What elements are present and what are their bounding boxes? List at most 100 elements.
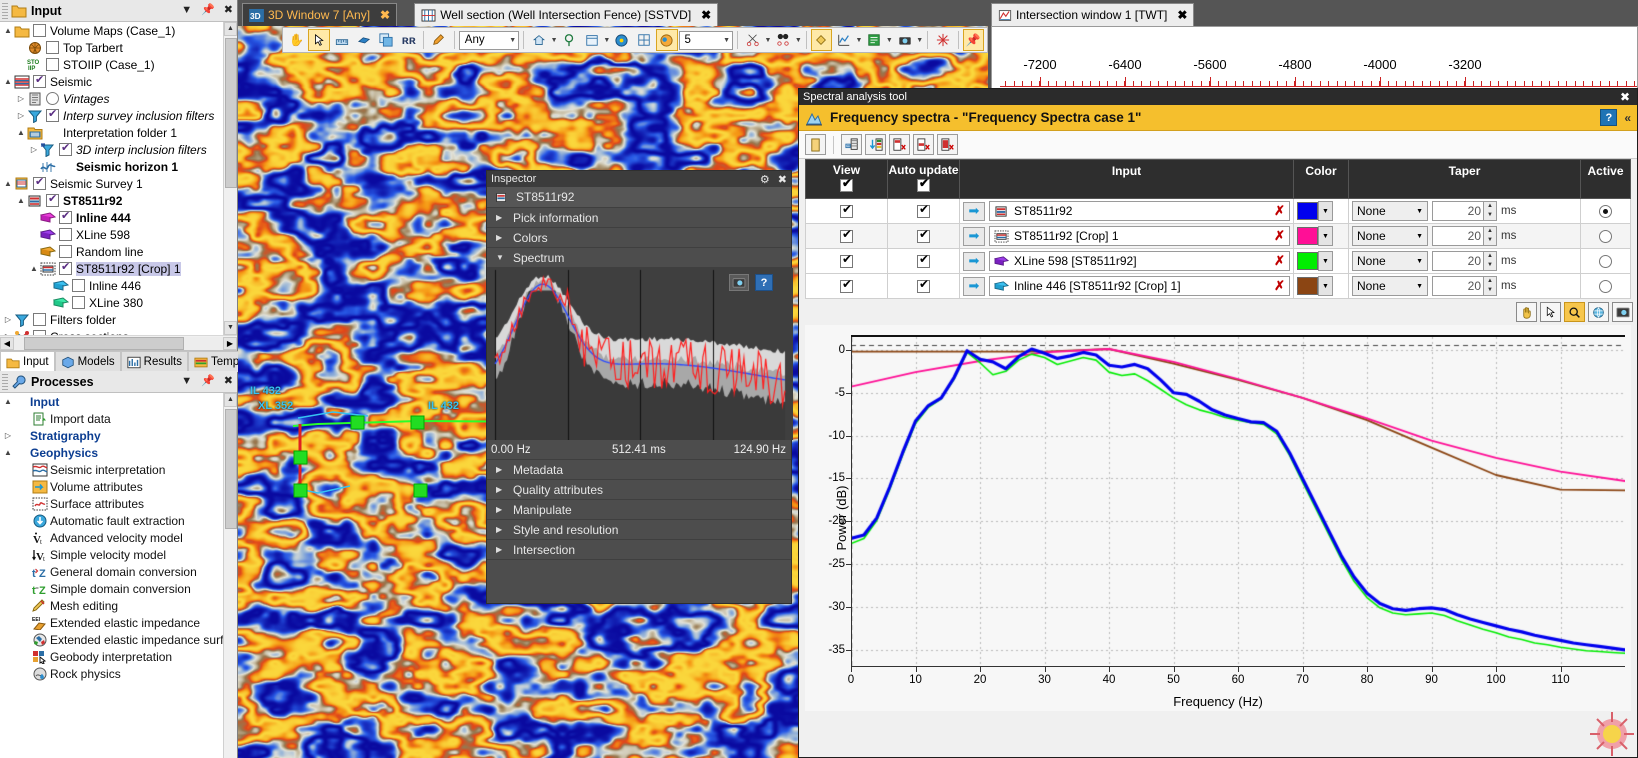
- hscroll-thumb[interactable]: [24, 336, 184, 350]
- cell-active[interactable]: [1580, 198, 1631, 224]
- taper-select[interactable]: None ▼: [1352, 251, 1428, 271]
- tree-checkbox[interactable]: [33, 330, 46, 335]
- input-tree-hscroll[interactable]: ◀ ▶: [0, 335, 237, 350]
- taper-stepper[interactable]: ▲ ▼: [1484, 276, 1497, 296]
- home-view-icon[interactable]: [528, 29, 549, 51]
- chevron-down-icon[interactable]: ▼: [1318, 276, 1333, 296]
- chevron-down-icon[interactable]: ▼: [1416, 233, 1423, 240]
- table-row[interactable]: ➡ST8511r92 [Crop] 1✗▼None▼20▲▼ms: [805, 223, 1631, 249]
- active-radio[interactable]: [1599, 204, 1612, 218]
- box-view-icon[interactable]: [581, 29, 602, 51]
- drag-grip[interactable]: [2, 2, 8, 19]
- process-item-geophysics[interactable]: ▲ Geophysics: [0, 444, 237, 461]
- processes-tree[interactable]: ▲ ▲ Input Import data ▷ Stratigraphy ▲ Geophys…: [0, 393, 237, 758]
- close-icon[interactable]: ✖: [1617, 90, 1633, 104]
- tree-checkbox[interactable]: [46, 107, 59, 122]
- chart-plot-area[interactable]: 0 -5 -10 -15 -20 -25 -30 -35 0 10 20 30 40 50 60 70 80 90…: [828, 335, 1625, 686]
- auto-update-header-checkbox[interactable]: [917, 176, 930, 192]
- chevron-down-icon[interactable]: ▼: [916, 37, 923, 44]
- input-field[interactable]: ST8511r92 ✗: [989, 201, 1290, 221]
- color-swatch[interactable]: [1297, 202, 1318, 220]
- delete-input-icon[interactable]: ✗: [1274, 203, 1285, 219]
- process-item-extended-elastic-impedance-surface[interactable]: Extended elastic impedance surface: [0, 631, 237, 648]
- pan-hand-icon[interactable]: [1516, 302, 1537, 322]
- tree-item-filters-folder[interactable]: ▷ Filters folder: [0, 311, 237, 328]
- taper-select[interactable]: None ▼: [1352, 276, 1428, 296]
- taper-stepper[interactable]: ▲ ▼: [1484, 226, 1497, 246]
- intersection-window-body[interactable]: -7200 -6400 -5600 -4800 -4000 -3200: [991, 26, 1638, 90]
- stepper-down-icon[interactable]: ▼: [1484, 211, 1496, 220]
- scissors-a-icon[interactable]: [742, 29, 763, 51]
- color-swatch[interactable]: [1297, 227, 1318, 245]
- delete-input-icon[interactable]: ✗: [1274, 278, 1285, 294]
- process-item-seismic-interpretation[interactable]: Seismic interpretation: [0, 461, 237, 478]
- chevron-down-icon[interactable]: ▼: [795, 37, 802, 44]
- gear-icon[interactable]: ⚙: [760, 173, 770, 186]
- view-checkbox[interactable]: [840, 252, 853, 268]
- taper-length-input[interactable]: 20: [1432, 276, 1484, 296]
- auto-update-checkbox[interactable]: [917, 277, 930, 293]
- input-tree-scrollbar[interactable]: ▲ ▼: [223, 22, 237, 335]
- stepper-down-icon[interactable]: ▼: [1484, 261, 1496, 270]
- dock-tab-input[interactable]: Input: [0, 351, 55, 372]
- help-icon[interactable]: ?: [755, 274, 773, 291]
- color-swatch[interactable]: [1297, 277, 1318, 295]
- tree-item-seismic-survey-1[interactable]: ▲ Seismic Survey 1: [0, 175, 237, 192]
- properties-icon[interactable]: [805, 134, 826, 155]
- hscroll-left-arrow[interactable]: ◀: [0, 336, 14, 350]
- table-row[interactable]: ➡ST8511r92✗▼None▼20▲▼ms: [805, 198, 1631, 224]
- cell-auto-update[interactable]: [887, 223, 960, 249]
- cell-view[interactable]: [805, 198, 888, 224]
- cell-taper[interactable]: None ▼ 20 ▲ ▼ ms: [1348, 273, 1581, 299]
- chevron-down-icon[interactable]: ▼: [856, 37, 863, 44]
- tree-checkbox[interactable]: [72, 279, 85, 292]
- cell-active[interactable]: [1580, 223, 1631, 249]
- cell-auto-update[interactable]: [887, 273, 960, 299]
- add-row-icon[interactable]: [841, 134, 862, 155]
- tree-item-interp-survey-inclusion-filters[interactable]: ▷ Interp survey inclusion filters: [0, 107, 237, 124]
- clear-icon[interactable]: [937, 134, 958, 155]
- pin-icon[interactable]: 📌: [201, 373, 215, 389]
- bucket-icon[interactable]: [810, 29, 833, 51]
- pin-icon[interactable]: 📌: [962, 29, 984, 51]
- tree-checkbox[interactable]: [72, 296, 85, 309]
- camera-icon[interactable]: [729, 274, 749, 291]
- tree-expander[interactable]: ▲: [2, 26, 14, 35]
- tree-item-stoiip-case-1[interactable]: STO IIP STOIIP (Case_1): [0, 56, 237, 73]
- cell-color[interactable]: ▼: [1293, 223, 1349, 249]
- chevron-down-icon[interactable]: ▼: [181, 373, 192, 389]
- process-item-rock-physics[interactable]: Rock physics: [0, 665, 237, 682]
- close-icon[interactable]: ✖: [224, 373, 233, 389]
- window-tab-3d-window-7[interactable]: 3D 3D Window 7 [Any] ✖: [242, 3, 398, 26]
- snapshot-icon[interactable]: [1612, 302, 1633, 322]
- tree-item-cross-sections[interactable]: ▷ Cross sections: [0, 328, 237, 335]
- taper-length-input[interactable]: 20: [1432, 201, 1484, 221]
- taper-length-input[interactable]: 20: [1432, 226, 1484, 246]
- view-header-checkbox[interactable]: [840, 176, 853, 192]
- process-item-simple-velocity-model[interactable]: Vt Simple velocity model: [0, 546, 237, 563]
- process-item-simple-domain-conversion[interactable]: t Z Simple domain conversion: [0, 580, 237, 597]
- inspector-section-quality-attributes[interactable]: ▶ Quality attributes: [487, 480, 791, 500]
- tree-radio[interactable]: [46, 92, 59, 105]
- scroll-up-arrow[interactable]: ▲: [224, 393, 237, 407]
- slice-icon[interactable]: [353, 29, 374, 51]
- tree-checkbox[interactable]: [33, 313, 46, 326]
- zoom-icon[interactable]: [1564, 302, 1585, 322]
- cell-auto-update[interactable]: [887, 248, 960, 274]
- chevron-down-icon[interactable]: ▼: [1318, 226, 1333, 246]
- cell-view[interactable]: [805, 273, 888, 299]
- process-item-automatic-fault-extraction[interactable]: Automatic fault extraction: [0, 512, 237, 529]
- cell-active[interactable]: [1580, 273, 1631, 299]
- scroll-up-arrow[interactable]: ▲: [224, 22, 237, 36]
- grid-view-icon[interactable]: [634, 29, 655, 51]
- select-input-button[interactable]: ➡: [963, 226, 985, 246]
- tree-item-3d-interp-inclusion-filters[interactable]: ▷ 3D interp inclusion filters: [0, 141, 237, 158]
- tree-checkbox[interactable]: [33, 73, 46, 88]
- tree-checkbox[interactable]: [59, 245, 72, 258]
- cell-input[interactable]: ➡ XLine 598 [ST8511r92] ✗: [959, 248, 1294, 274]
- stepper-up-icon[interactable]: ▲: [1484, 252, 1496, 261]
- cell-color[interactable]: ▼: [1293, 198, 1349, 224]
- taper-select[interactable]: None ▼: [1352, 201, 1428, 221]
- select-input-button[interactable]: ➡: [963, 201, 985, 221]
- tree-expander[interactable]: ▷: [2, 431, 14, 440]
